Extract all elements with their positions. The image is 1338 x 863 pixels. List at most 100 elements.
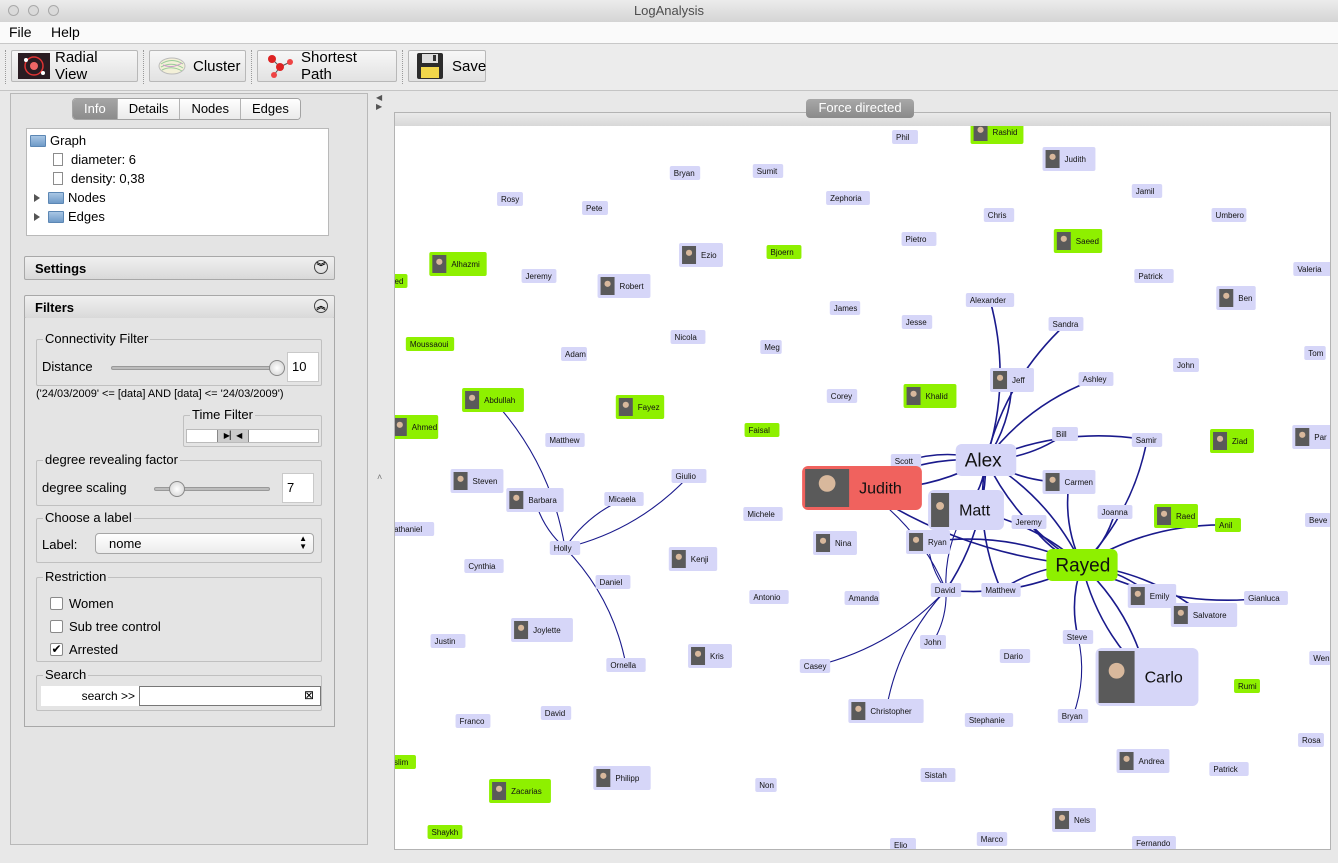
- graph-node[interactable]: Christopher: [848, 699, 924, 723]
- tree-leaf-density[interactable]: density: 0,38: [53, 171, 145, 186]
- graph-node[interactable]: Adam: [561, 347, 587, 361]
- graph-node[interactable]: Samir: [1131, 433, 1163, 447]
- graph-node[interactable]: John: [1173, 358, 1199, 372]
- graph-node[interactable]: Bjoern: [766, 245, 802, 259]
- graph-node[interactable]: athaniel: [395, 522, 434, 536]
- graph-node[interactable]: Joanna: [1097, 505, 1133, 519]
- tree-leaf-diameter[interactable]: diameter: 6: [53, 152, 136, 167]
- graph-node[interactable]: Steven: [450, 469, 504, 493]
- graph-node[interactable]: Shaykh: [427, 825, 463, 839]
- graph-node[interactable]: Wen: [1309, 651, 1330, 665]
- graph-node[interactable]: Tom: [1304, 346, 1326, 360]
- graph-node[interactable]: Alhazmi: [429, 252, 487, 276]
- graph-node[interactable]: Bill: [1052, 427, 1078, 441]
- graph-node[interactable]: Saeed: [1053, 229, 1103, 253]
- tree-node-edges[interactable]: Edges: [34, 209, 105, 224]
- graph-node[interactable]: Ryan: [906, 530, 950, 554]
- graph-node[interactable]: Dario: [999, 649, 1031, 663]
- graph-node[interactable]: Abdullah: [462, 388, 524, 412]
- graph-node[interactable]: Ornella: [606, 658, 646, 672]
- graph-node[interactable]: Jeff: [990, 368, 1034, 392]
- graph-node[interactable]: Beve: [1305, 513, 1330, 527]
- graph-node[interactable]: Ezio: [679, 243, 723, 267]
- graph-node[interactable]: Michele: [743, 507, 783, 521]
- graph-node[interactable]: Matthew: [981, 583, 1021, 597]
- graph-node[interactable]: David: [930, 583, 962, 597]
- graph-node[interactable]: Par: [1292, 425, 1330, 449]
- graph-node[interactable]: Judith: [1042, 147, 1096, 171]
- graph-node[interactable]: Chris: [983, 208, 1015, 222]
- graph-node[interactable]: Ben: [1216, 286, 1256, 310]
- tab-edges[interactable]: Edges: [241, 99, 300, 119]
- graph-node[interactable]: Jeremy: [1011, 515, 1047, 529]
- graph-node[interactable]: Nicola: [670, 330, 706, 344]
- graph-node[interactable]: Emily: [1127, 584, 1177, 608]
- graph-node[interactable]: Carlo: [1095, 648, 1199, 706]
- graph-node[interactable]: Meg: [760, 340, 782, 354]
- graph-node[interactable]: Scott: [890, 454, 922, 468]
- graph-node[interactable]: Nels: [1052, 808, 1096, 832]
- graph-node[interactable]: Anil: [1215, 518, 1241, 532]
- tab-info[interactable]: Info: [73, 99, 118, 119]
- graph-node[interactable]: Amanda: [844, 591, 880, 605]
- graph-node[interactable]: Jamil: [1131, 184, 1163, 198]
- graph-node[interactable]: Umbero: [1211, 208, 1247, 222]
- search-input[interactable]: [139, 686, 321, 706]
- graph-node[interactable]: Faisal: [744, 423, 780, 437]
- graph-node[interactable]: Fayez: [615, 395, 665, 419]
- graph-node[interactable]: Corey: [826, 389, 858, 403]
- graph-node[interactable]: Moussaoui: [405, 337, 455, 351]
- graph-node[interactable]: Ziad: [1210, 429, 1254, 453]
- distance-slider[interactable]: [111, 366, 277, 370]
- radial-view-button[interactable]: Radial View: [11, 49, 138, 83]
- tab-details[interactable]: Details: [117, 99, 181, 119]
- graph-node[interactable]: Matt: [928, 490, 1004, 530]
- graph-node[interactable]: Phil: [892, 130, 918, 144]
- arrested-checkbox[interactable]: ✔: [50, 643, 63, 656]
- graph-node[interactable]: Bryan: [669, 166, 701, 180]
- graph-node[interactable]: Casey: [799, 659, 831, 673]
- collapse-chevron-icon[interactable]: ︽: [314, 299, 328, 313]
- splitter-handle-icon[interactable]: ˄: [377, 472, 382, 482]
- degree-scaling-knob[interactable]: [169, 481, 186, 497]
- cluster-button[interactable]: Cluster: [149, 50, 246, 82]
- time-range-handle-icon[interactable]: ▶▏◀: [217, 430, 249, 442]
- graph-node[interactable]: Salvatore: [1170, 603, 1238, 627]
- graph-node[interactable]: Pietro: [901, 232, 937, 246]
- graph-node[interactable]: Nina: [813, 531, 857, 555]
- graph-node[interactable]: Raed: [1154, 504, 1198, 528]
- graph-node[interactable]: Holly: [549, 541, 581, 555]
- shortest-path-button[interactable]: Shortest Path: [257, 49, 397, 83]
- graph-node[interactable]: Marco: [976, 832, 1008, 846]
- graph-node[interactable]: Gianluca: [1244, 591, 1288, 605]
- sub-tree-checkbox[interactable]: [50, 620, 63, 633]
- time-filter-range[interactable]: ▶▏◀: [186, 429, 319, 443]
- graph-node[interactable]: Judith: [802, 466, 922, 510]
- degree-scaling-value[interactable]: 7: [282, 473, 314, 503]
- graph-node[interactable]: Elio: [890, 838, 916, 849]
- graph-node[interactable]: Stephanie: [964, 713, 1014, 727]
- graph-node[interactable]: Daniel: [595, 575, 631, 589]
- graph-node[interactable]: Zephoria: [826, 191, 870, 205]
- expand-arrow-icon[interactable]: [34, 212, 40, 221]
- graph-node[interactable]: Non: [755, 778, 777, 792]
- label-select[interactable]: nome ▲ ▼: [95, 533, 314, 554]
- graph-node[interactable]: Patrick: [1209, 762, 1249, 776]
- distance-value[interactable]: 10: [287, 352, 319, 382]
- graph-node[interactable]: Khalid: [903, 384, 957, 408]
- graph-node[interactable]: Rosa: [1298, 733, 1324, 747]
- graph-node[interactable]: Barbara: [506, 488, 564, 512]
- graph-node[interactable]: Cynthia: [464, 559, 504, 573]
- graph-node[interactable]: David: [540, 706, 572, 720]
- graph-node[interactable]: Antonio: [749, 590, 789, 604]
- menu-help[interactable]: Help: [51, 24, 80, 40]
- graph-node[interactable]: Ahmed: [395, 415, 439, 439]
- graph-node[interactable]: Sandra: [1048, 317, 1084, 331]
- graph-node[interactable]: slim: [395, 755, 416, 769]
- graph-node[interactable]: Philipp: [593, 766, 651, 790]
- collapse-left-icon[interactable]: ◀ ▶: [376, 93, 382, 111]
- graph-node[interactable]: ed: [395, 274, 408, 288]
- tree-node-nodes[interactable]: Nodes: [34, 190, 106, 205]
- graph-node[interactable]: Micaela: [604, 492, 644, 506]
- graph-node[interactable]: Fernando: [1132, 836, 1176, 849]
